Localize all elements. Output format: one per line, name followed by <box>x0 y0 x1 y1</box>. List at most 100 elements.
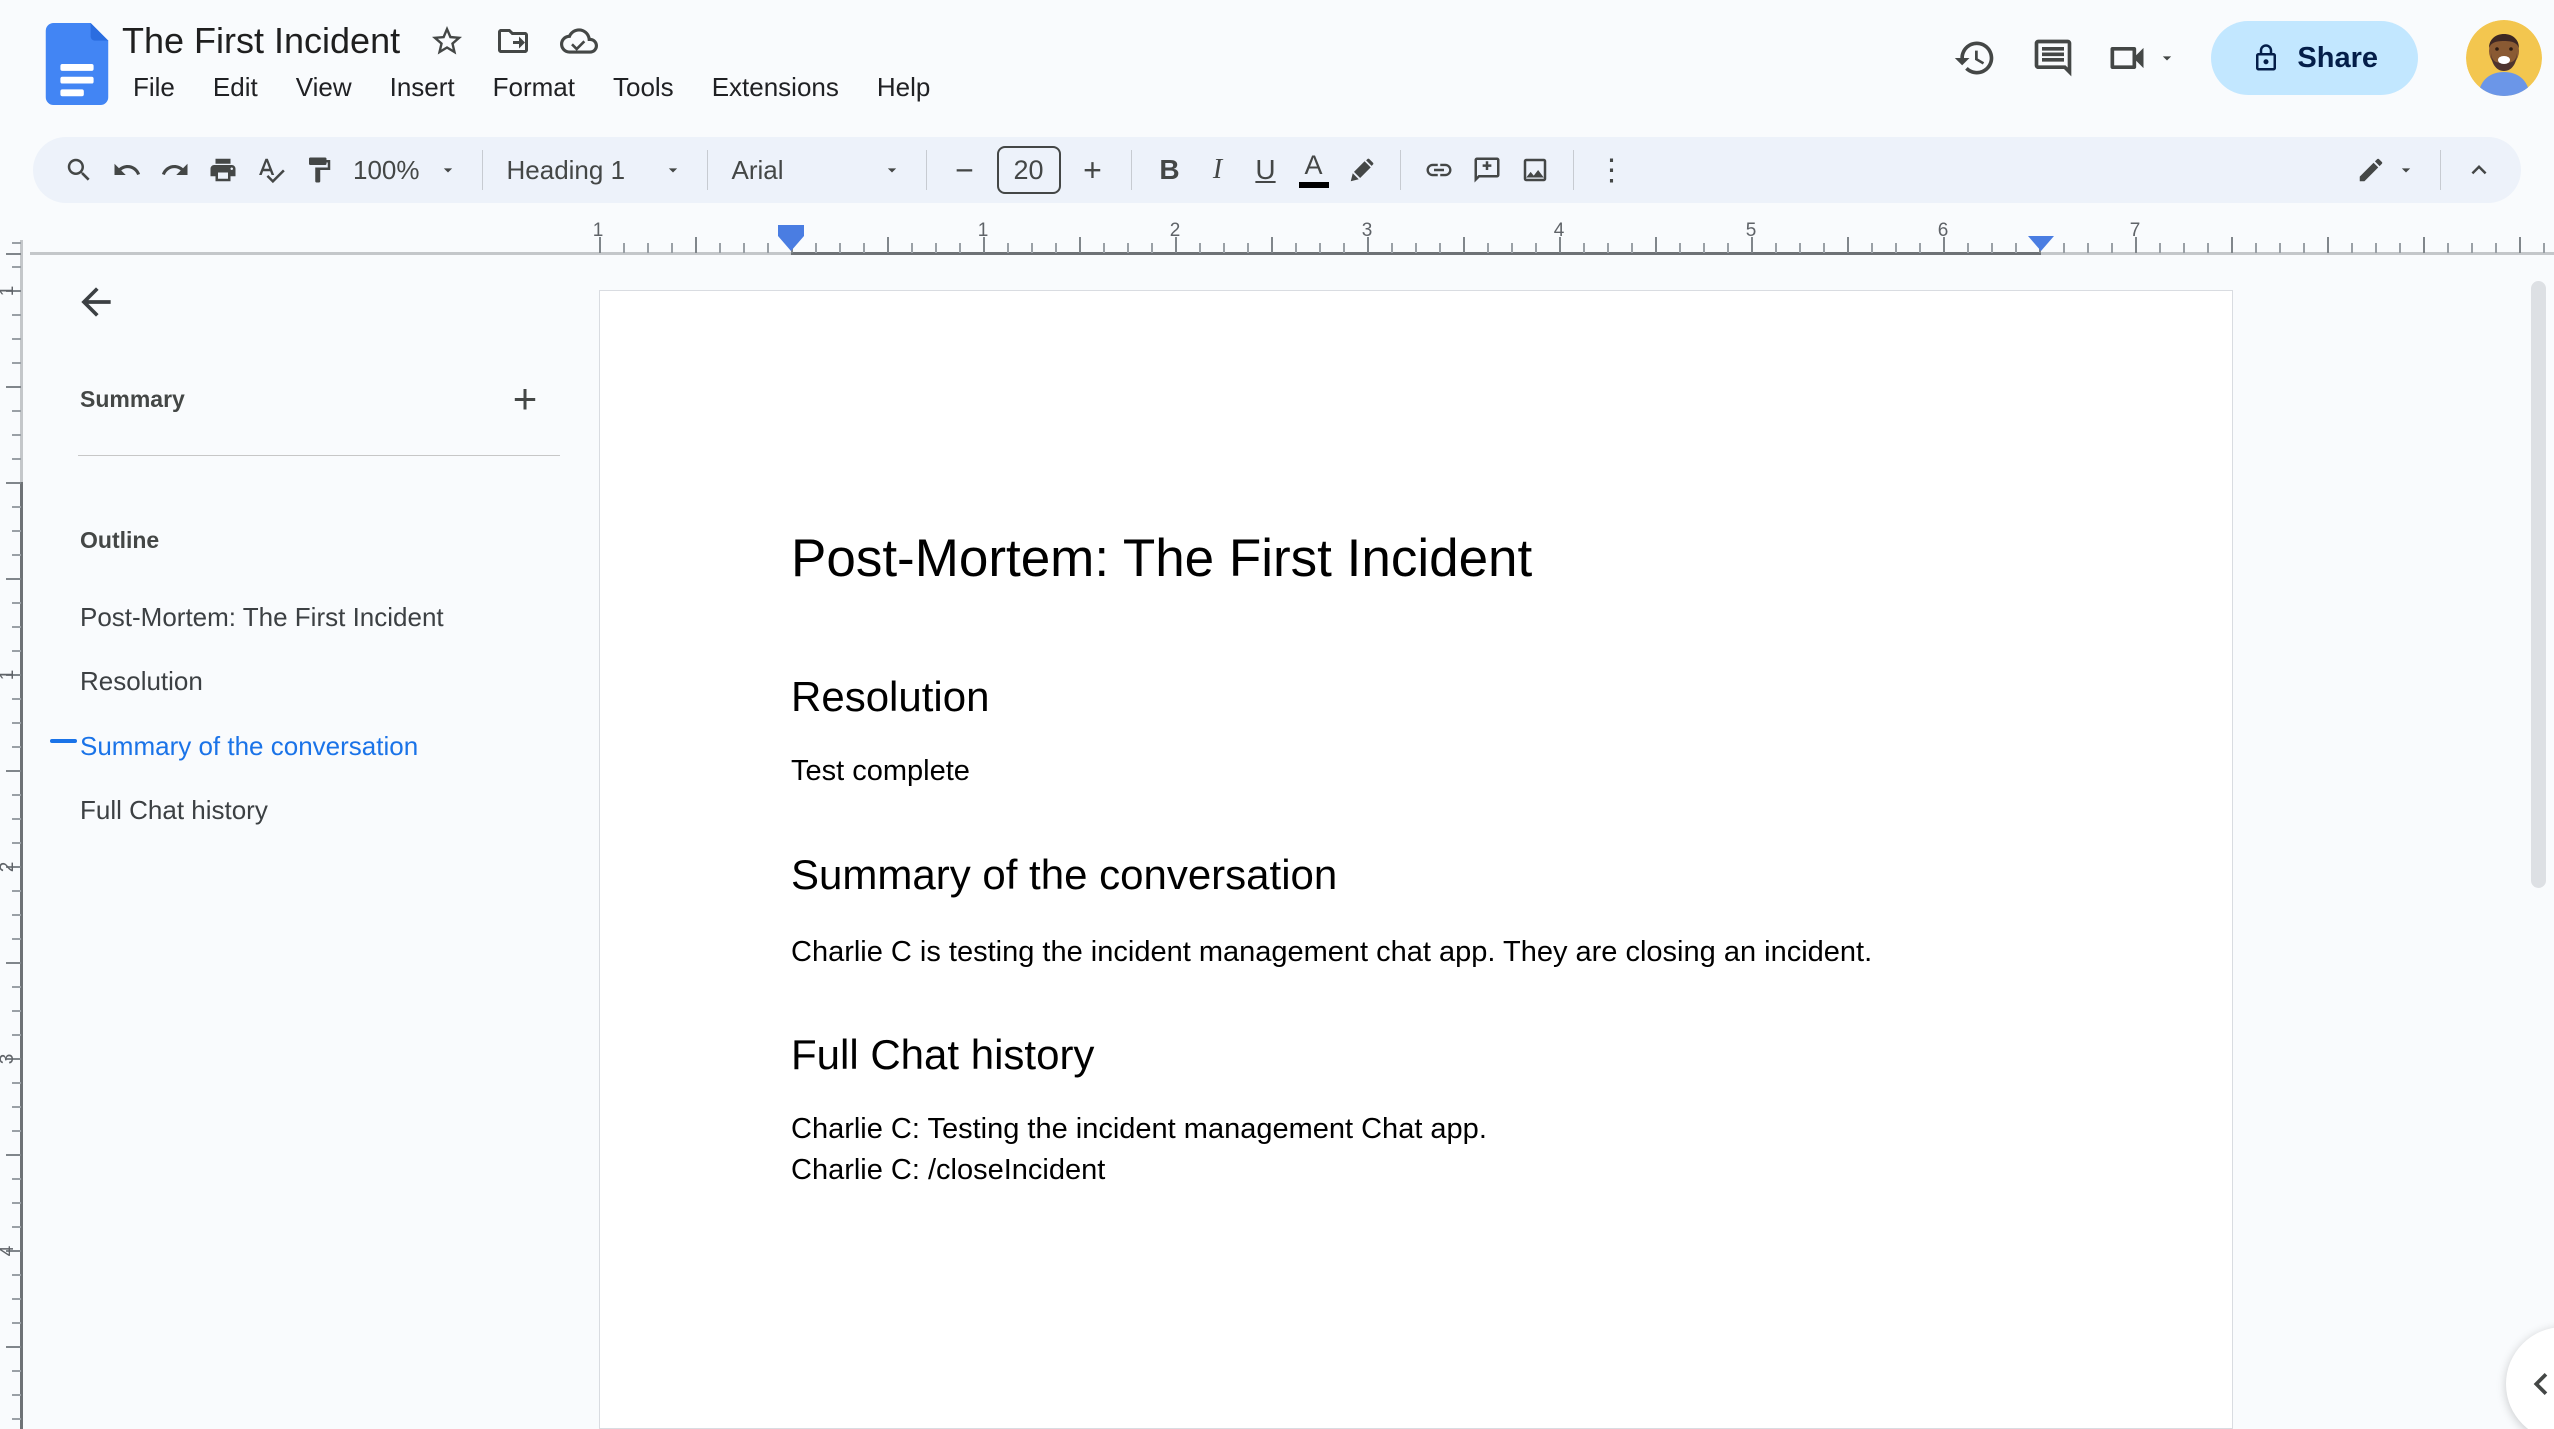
show-side-panel-button[interactable] <box>2506 1327 2554 1429</box>
menu-view[interactable]: View <box>281 66 367 109</box>
font-size-input[interactable]: 20 <box>996 146 1061 194</box>
bold-button[interactable]: B <box>1146 146 1194 194</box>
ruler-label: 3 <box>1361 220 1373 241</box>
toolbar-divider <box>706 150 708 190</box>
pencil-icon <box>2359 158 2383 182</box>
outline-item[interactable]: Post-Mortem: The First Incident <box>80 596 560 638</box>
outline-item[interactable]: Full Chat history <box>80 789 560 831</box>
menu-extensions[interactable]: Extensions <box>697 66 854 109</box>
first-line-indent-marker[interactable] <box>778 225 804 236</box>
top-bar: The First Incident File Edit View Insert… <box>0 0 2554 128</box>
ruler-label: 7 <box>2129 220 2141 241</box>
video-camera-icon <box>2110 47 2144 69</box>
underline-button[interactable]: U <box>1242 146 1290 194</box>
menu-edit[interactable]: Edit <box>198 66 273 109</box>
ruler-label: 1 <box>0 664 19 686</box>
increase-font-size-button[interactable]: + <box>1069 146 1117 194</box>
search-menus-icon[interactable] <box>55 146 103 194</box>
menu-tools[interactable]: Tools <box>598 66 689 109</box>
chevron-up-icon <box>2471 165 2487 175</box>
share-button[interactable]: Share <box>2211 21 2418 95</box>
left-indent-marker[interactable] <box>778 236 804 251</box>
chat-line: Charlie C: Testing the incident manageme… <box>791 1113 1487 1145</box>
document-page[interactable]: Post-Mortem: The First Incident Resoluti… <box>599 290 2233 1429</box>
italic-button[interactable]: I <box>1194 146 1242 194</box>
doc-heading-summary[interactable]: Summary of the conversation <box>791 851 1337 899</box>
outline-item[interactable]: Resolution <box>80 660 560 702</box>
ruler-label: 1 <box>0 280 19 302</box>
doc-paragraph[interactable]: Charlie C is testing the incident manage… <box>791 932 1872 973</box>
active-outline-dash <box>50 739 77 743</box>
ruler-ticks <box>599 237 2554 253</box>
ruler-label: 1 <box>592 220 604 241</box>
chat-line: Charlie C: /closeIncident <box>791 1154 1106 1186</box>
toolbar-divider <box>925 150 927 190</box>
vertical-scrollbar[interactable] <box>2531 281 2546 888</box>
more-options-button[interactable]: ⋮ <box>1588 146 1636 194</box>
toolbar-divider <box>1399 150 1401 190</box>
chevron-down-icon <box>2401 168 2411 173</box>
chevron-down-icon <box>2163 56 2172 61</box>
menu-bar: File Edit View Insert Format Tools Exten… <box>118 66 945 109</box>
toolbar-divider <box>481 150 483 190</box>
hide-menus-button[interactable] <box>2455 146 2503 194</box>
right-indent-marker[interactable] <box>2028 236 2054 251</box>
spell-check-icon[interactable] <box>247 146 295 194</box>
doc-heading-1[interactable]: Post-Mortem: The First Incident <box>791 529 1532 589</box>
toolbar-divider <box>1572 150 1574 190</box>
comments-icon[interactable] <box>2027 32 2079 84</box>
text-color-swatch <box>1298 182 1329 188</box>
account-avatar[interactable] <box>2466 20 2542 96</box>
doc-paragraph[interactable]: Charlie C: Testing the incident manageme… <box>791 1109 1487 1191</box>
formatting-toolbar: 100% Heading 1 Arial − 20 + B I U A ⋮ <box>33 137 2521 203</box>
undo-icon[interactable] <box>103 146 151 194</box>
paragraph-style-select[interactable]: Heading 1 <box>497 146 693 194</box>
star-icon[interactable] <box>428 22 466 60</box>
redo-icon[interactable] <box>151 146 199 194</box>
ruler-label: 4 <box>1553 220 1565 241</box>
highlight-color-icon[interactable] <box>1338 146 1386 194</box>
editing-mode-button[interactable] <box>2346 146 2426 194</box>
cloud-saved-icon[interactable] <box>560 22 599 60</box>
ruler-label: 1 <box>977 220 989 241</box>
chevron-down-icon <box>668 168 677 173</box>
google-docs-logo-icon[interactable] <box>45 23 109 105</box>
back-arrow-icon <box>81 287 111 317</box>
close-outline-button[interactable] <box>66 272 126 332</box>
menu-format[interactable]: Format <box>478 66 590 109</box>
version-history-icon[interactable] <box>1949 32 2001 84</box>
ruler-label: 6 <box>1937 220 1949 241</box>
ruler-label: 2 <box>1169 220 1181 241</box>
menu-insert[interactable]: Insert <box>375 66 470 109</box>
chevron-left-icon <box>2533 1373 2548 1395</box>
ruler-label: 5 <box>1745 220 1757 241</box>
join-call-button[interactable] <box>2105 36 2177 80</box>
menu-file[interactable]: File <box>118 66 190 109</box>
chevron-down-icon <box>887 168 896 173</box>
zoom-select[interactable]: 100% <box>343 146 468 194</box>
insert-image-icon[interactable] <box>1511 146 1559 194</box>
outline-heading: Outline <box>80 527 160 553</box>
add-summary-button[interactable]: + <box>498 372 552 426</box>
doc-heading-chat-history[interactable]: Full Chat history <box>791 1031 1094 1079</box>
toolbar-divider <box>2440 150 2441 190</box>
paint-format-icon[interactable] <box>295 146 343 194</box>
print-icon[interactable] <box>199 146 247 194</box>
insert-link-icon[interactable] <box>1415 146 1463 194</box>
add-comment-icon[interactable] <box>1463 146 1511 194</box>
move-to-folder-icon[interactable] <box>494 22 532 60</box>
share-label: Share <box>2297 41 2378 74</box>
ruler-label: 3 <box>0 1048 19 1070</box>
ruler-label: 4 <box>0 1240 19 1262</box>
font-family-select[interactable]: Arial <box>722 146 912 194</box>
ruler-label: 2 <box>0 856 19 878</box>
lock-icon <box>2256 44 2277 71</box>
document-title[interactable]: The First Incident <box>122 20 400 62</box>
doc-heading-resolution[interactable]: Resolution <box>791 673 989 721</box>
menu-help[interactable]: Help <box>862 66 945 109</box>
text-color-button[interactable]: A <box>1290 146 1338 194</box>
summary-heading: Summary <box>80 386 185 412</box>
decrease-font-size-button[interactable]: − <box>941 146 989 194</box>
doc-paragraph[interactable]: Test complete <box>791 751 970 792</box>
outline-item-active[interactable]: Summary of the conversation <box>80 725 560 767</box>
